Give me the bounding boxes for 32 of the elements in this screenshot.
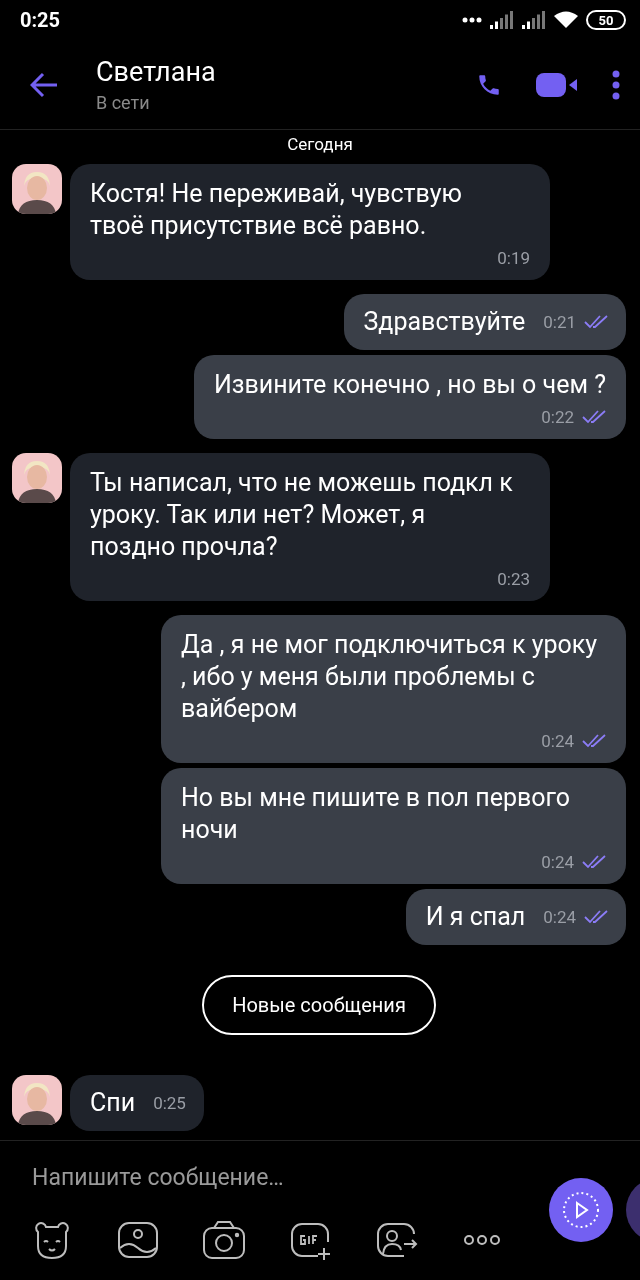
more-options-icon[interactable]	[612, 69, 620, 100]
clock-time: 0:25	[20, 8, 61, 32]
signal-icon	[522, 11, 546, 29]
message-text: Ты написал, что не можешь подкл к уроку. Так или нет? Может, я поздно прочла?	[90, 467, 514, 563]
back-arrow-icon[interactable]	[30, 71, 58, 98]
message-text: Костя! Не переживай, чувствую твоё присутствие всё равно.	[90, 178, 463, 242]
message-text: Здравствуйте	[363, 306, 526, 338]
message-time: 0:21	[543, 312, 576, 332]
message-time: 0:25	[153, 1093, 186, 1113]
wifi-icon	[554, 11, 578, 29]
new-messages-button[interactable]: Новые сообщения	[202, 975, 436, 1035]
contact-name: Светлана	[96, 56, 217, 88]
message-text: Да , я не мог подключиться к уроку , ибо у меня были проблемы с вайбером	[181, 629, 599, 725]
video-camera-icon[interactable]	[536, 71, 578, 98]
message-time: 0:24	[541, 852, 574, 872]
message-time: 0:24	[543, 907, 576, 927]
message-text: Но вы мне пишите в пол первого ночи	[181, 782, 572, 846]
message-time: 0:24	[541, 731, 574, 751]
play-circle-icon	[562, 1191, 600, 1229]
message-time: 0:23	[497, 569, 530, 589]
signal-icon	[490, 11, 514, 29]
dots-icon	[462, 17, 482, 23]
date-label: Сегодня	[286, 134, 354, 154]
camera-icon[interactable]	[202, 1218, 246, 1262]
message-text: И я спал	[425, 901, 526, 933]
message-text: Спи	[90, 1087, 136, 1119]
online-status: В сети	[96, 92, 151, 113]
message-time: 0:22	[541, 407, 574, 427]
message-time: 0:19	[497, 248, 530, 268]
message-text: Извините конечно , но вы о чем ?	[213, 369, 606, 401]
battery-icon: 50	[586, 10, 626, 30]
message-input[interactable]: Напишите сообщение…	[30, 1163, 510, 1192]
